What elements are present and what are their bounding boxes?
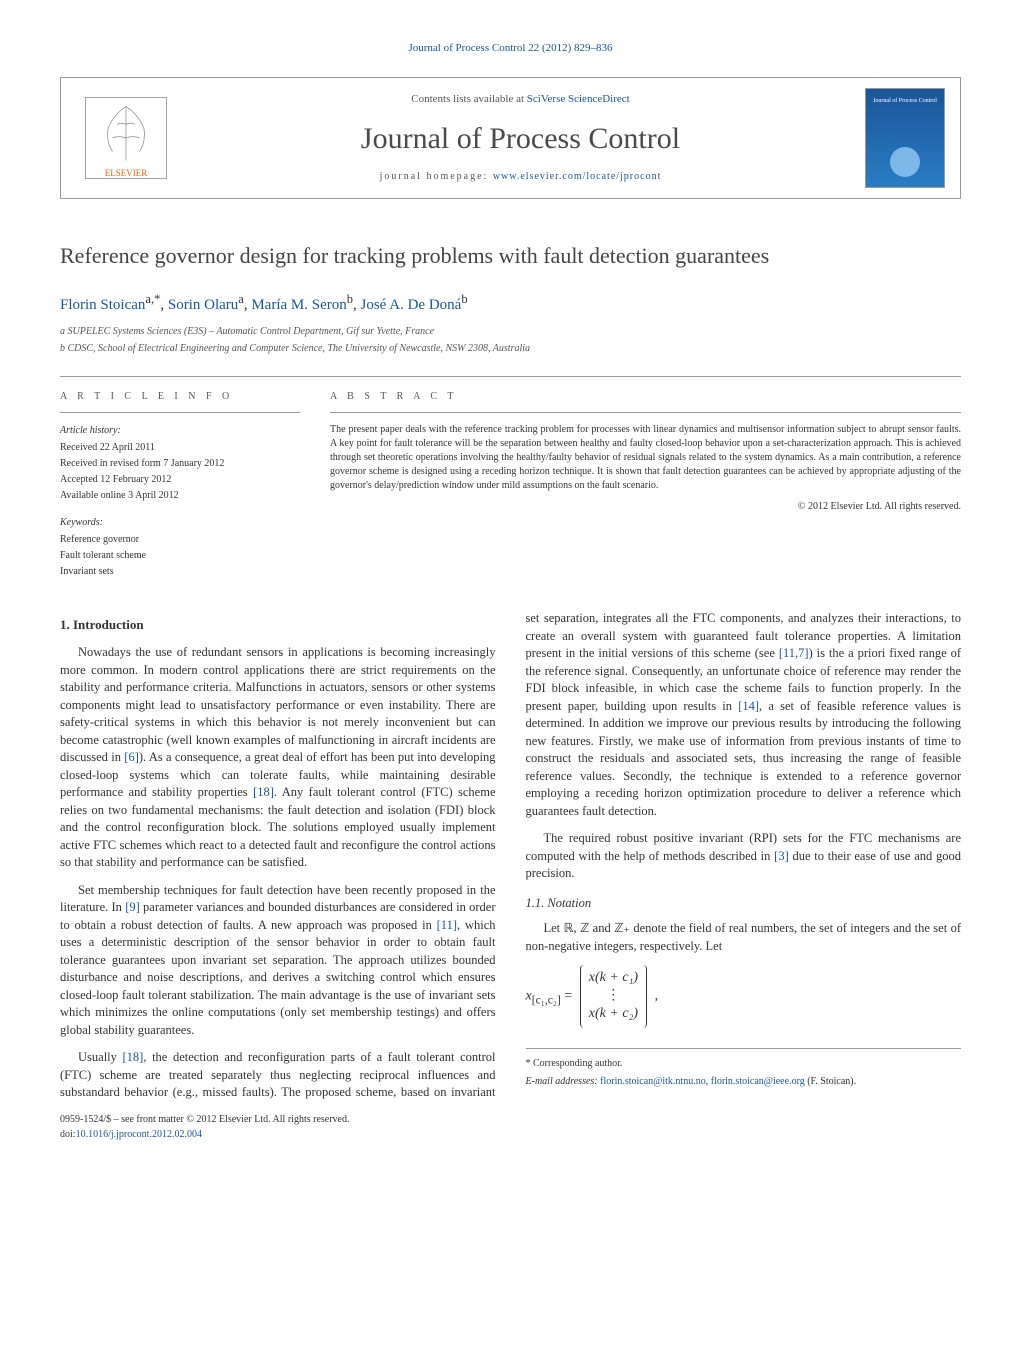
authors-list: Florin Stoicana,*, Sorin Olarua, María M…: [60, 290, 961, 317]
matrix-row: x(k + c₂): [589, 1005, 638, 1023]
citation-link[interactable]: [6]: [124, 750, 139, 764]
doi-footer: 0959-1524/$ – see front matter © 2012 El…: [60, 1112, 961, 1142]
footnote-section: * Corresponding author. E-mail addresses…: [526, 1048, 962, 1089]
info-abstract-row: A R T I C L E I N F O Article history: R…: [60, 376, 961, 580]
matrix-row: x(k + c₁): [589, 969, 638, 987]
corresponding-author-note: * Corresponding author.: [526, 1057, 962, 1071]
main-body-columns: 1. Introduction Nowadays the use of redu…: [60, 610, 961, 1102]
eq-punct: ,: [655, 989, 659, 1004]
body-paragraph: Set membership techniques for fault dete…: [60, 882, 496, 1040]
matrix-bracket: x(k + c₁) ⋮ x(k + c₂): [580, 965, 647, 1028]
author-link[interactable]: José A. De Doná: [361, 297, 462, 313]
cover-small-title: Journal of Process Control: [866, 89, 944, 106]
article-title: Reference governor design for tracking p…: [60, 239, 961, 272]
matrix-row: ⋮: [589, 987, 638, 1005]
equation-display: x[c₁,c₂] = x(k + c₁) ⋮ x(k + c₂) ,: [526, 965, 962, 1028]
article-info-column: A R T I C L E I N F O Article history: R…: [60, 389, 300, 580]
journal-title: Journal of Process Control: [176, 116, 865, 161]
email-link[interactable]: florin.stoican@ieee.org: [711, 1076, 805, 1087]
email-label: E-mail addresses:: [526, 1076, 601, 1087]
eq-equals: =: [561, 989, 576, 1004]
abstract-copyright: © 2012 Elsevier Ltd. All rights reserved…: [330, 499, 961, 514]
homepage-label: journal homepage:: [380, 171, 493, 182]
history-item: Received 22 April 2011: [60, 440, 300, 455]
homepage-line: journal homepage: www.elsevier.com/locat…: [176, 169, 865, 184]
journal-reference-line: Journal of Process Control 22 (2012) 829…: [60, 40, 961, 57]
svg-text:ELSEVIER: ELSEVIER: [105, 167, 148, 177]
history-item: Available online 3 April 2012: [60, 488, 300, 503]
contents-available-line: Contents lists available at SciVerse Sci…: [176, 91, 865, 108]
abstract-column: A B S T R A C T The present paper deals …: [330, 389, 961, 580]
citation-link[interactable]: [11]: [437, 918, 457, 932]
history-item: Received in revised form 7 January 2012: [60, 456, 300, 471]
affiliation-line: b CDSC, School of Electrical Engineering…: [60, 341, 961, 356]
author-link[interactable]: María M. Seron: [251, 297, 346, 313]
corresponding-text: Corresponding author.: [531, 1058, 623, 1069]
citation-link[interactable]: [9]: [125, 900, 140, 914]
author-affil-sup: b: [347, 292, 353, 306]
keyword-item: Fault tolerant scheme: [60, 548, 300, 563]
keywords-label: Keywords:: [60, 515, 300, 530]
author-link[interactable]: Florin Stoican: [60, 297, 145, 313]
author-affil-sup: a: [238, 292, 244, 306]
body-text: , a set of feasible reference values is …: [526, 699, 962, 818]
journal-header-box: ELSEVIER Contents lists available at Sci…: [60, 77, 961, 199]
contents-text: Contents lists available at: [411, 93, 526, 105]
issn-front-matter-line: 0959-1524/$ – see front matter © 2012 El…: [60, 1112, 961, 1127]
publisher-logo-container: ELSEVIER: [76, 88, 176, 188]
article-info-heading: A R T I C L E I N F O: [60, 389, 300, 413]
citation-link[interactable]: [3]: [774, 849, 789, 863]
body-text: Usually: [78, 1050, 123, 1064]
author-link[interactable]: Sorin Olaru: [168, 297, 238, 313]
body-text: which minimizes the online computations …: [60, 1005, 496, 1037]
journal-reference-link[interactable]: Journal of Process Control 22 (2012) 829…: [408, 42, 612, 54]
abstract-text: The present paper deals with the referen…: [330, 423, 961, 493]
keyword-item: Reference governor: [60, 532, 300, 547]
email-link[interactable]: florin.stoican@itk.ntnu.no: [600, 1076, 706, 1087]
body-text: Nowadays the use of redundant sensors in…: [60, 645, 496, 764]
history-label: Article history:: [60, 423, 300, 438]
body-paragraph: Nowadays the use of redundant sensors in…: [60, 644, 496, 872]
journal-cover-thumbnail: Journal of Process Control: [865, 88, 945, 188]
email-author-name: (F. Stoican).: [805, 1076, 856, 1087]
body-paragraph: The required robust positive invariant (…: [526, 830, 962, 883]
subsection-heading-notation: 1.1. Notation: [526, 895, 962, 913]
abstract-heading: A B S T R A C T: [330, 389, 961, 413]
body-paragraph: Let ℝ, ℤ and ℤ₊ denote the field of real…: [526, 920, 962, 955]
citation-link[interactable]: [18]: [253, 785, 274, 799]
author-affil-sup: a,*: [145, 292, 160, 306]
author-affil-sup: b: [461, 292, 467, 306]
email-line: E-mail addresses: florin.stoican@itk.ntn…: [526, 1075, 962, 1089]
homepage-url-link[interactable]: www.elsevier.com/locate/jprocont: [493, 171, 662, 182]
header-center: Contents lists available at SciVerse Sci…: [176, 91, 865, 184]
doi-link[interactable]: 10.1016/j.jprocont.2012.02.004: [76, 1129, 202, 1140]
doi-label: doi:: [60, 1129, 76, 1140]
history-item: Accepted 12 February 2012: [60, 472, 300, 487]
citation-link[interactable]: [18]: [123, 1050, 144, 1064]
elsevier-tree-logo: ELSEVIER: [81, 93, 171, 183]
citation-link[interactable]: [14]: [738, 699, 759, 713]
affiliation-line: a SUPELEC Systems Sciences (E3S) – Autom…: [60, 324, 961, 339]
keyword-item: Invariant sets: [60, 564, 300, 579]
citation-link[interactable]: [11,7]: [779, 646, 809, 660]
affiliations: a SUPELEC Systems Sciences (E3S) – Autom…: [60, 324, 961, 356]
section-heading-intro: 1. Introduction: [60, 616, 496, 634]
eq-subscript: [c₁,c₂]: [532, 993, 561, 1006]
sciencedirect-link[interactable]: SciVerse ScienceDirect: [527, 93, 630, 105]
